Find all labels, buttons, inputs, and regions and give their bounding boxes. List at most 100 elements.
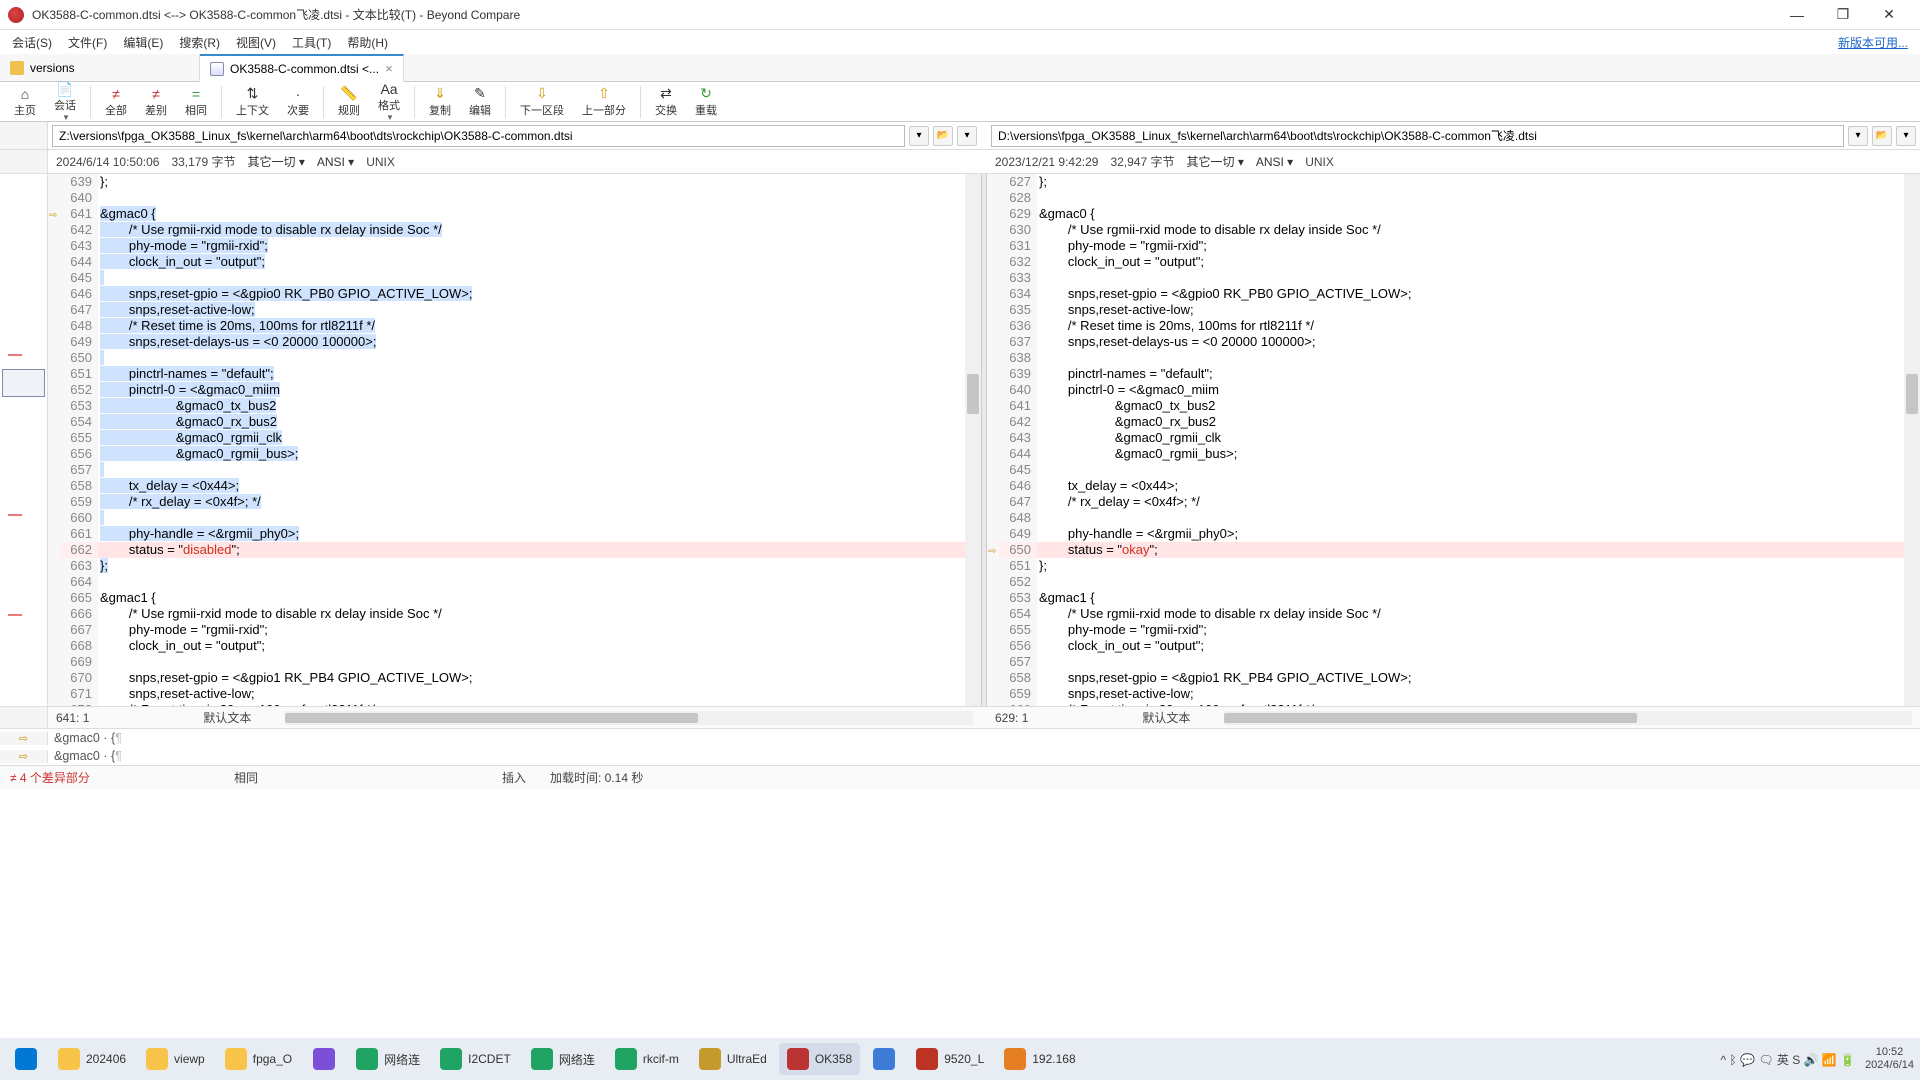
code-line[interactable]: 627}; (987, 174, 1920, 190)
diff-button[interactable]: ≠差别 (137, 84, 175, 120)
taskbar-app[interactable]: fpga_O (217, 1043, 300, 1075)
left-scrollbar[interactable] (965, 174, 981, 706)
tab-compare[interactable]: OK3588-C-common.dtsi <... × (200, 54, 404, 82)
code-line[interactable]: 660 (48, 510, 981, 526)
right-path-dropdown[interactable]: ▾ (1848, 126, 1868, 146)
menu-help[interactable]: 帮助(H) (339, 32, 396, 53)
code-line[interactable]: 628 (987, 190, 1920, 206)
same-button[interactable]: =相同 (177, 84, 215, 120)
code-line[interactable]: 656 clock_in_out = "output"; (987, 638, 1920, 654)
code-line[interactable]: 672 /* Reset time is 20ms 100ms for rtl8… (48, 702, 981, 706)
code-line[interactable]: 635 snps,reset-active-low; (987, 302, 1920, 318)
right-pane[interactable]: 627};628629&gmac0 {630 /* Use rgmii-rxid… (987, 174, 1920, 706)
update-link[interactable]: 新版本可用... (1838, 34, 1916, 51)
code-line[interactable]: 645 (48, 270, 981, 286)
right-encoding[interactable]: ANSI ▾ (1256, 155, 1293, 169)
taskbar-app[interactable]: 网络连 (348, 1043, 428, 1075)
code-line[interactable]: 644 &gmac0_rgmii_bus>; (987, 446, 1920, 462)
taskbar-app[interactable]: UltraEd (691, 1043, 775, 1075)
code-line[interactable]: 656 &gmac0_rgmii_bus>; (48, 446, 981, 462)
code-line[interactable]: 648 (987, 510, 1920, 526)
code-line[interactable]: 653&gmac1 { (987, 590, 1920, 606)
right-hscrollbar[interactable] (1224, 711, 1912, 725)
left-filter[interactable]: 其它一切 ▾ (247, 153, 304, 170)
rules-button[interactable]: 📏规则 (330, 84, 368, 120)
code-line[interactable]: 632 clock_in_out = "output"; (987, 254, 1920, 270)
code-line[interactable]: 659 /* rx_delay = <0x4f>; */ (48, 494, 981, 510)
left-pane[interactable]: 639};640⇨641&gmac0 {642 /* Use rgmii-rxi… (48, 174, 981, 706)
code-line[interactable]: 657 (987, 654, 1920, 670)
code-line[interactable]: 666 /* Use rgmii-rxid mode to disable rx… (48, 606, 981, 622)
code-line[interactable]: 631 phy-mode = "rgmii-rxid"; (987, 238, 1920, 254)
left-encoding[interactable]: ANSI ▾ (317, 155, 354, 169)
code-line[interactable]: 655 &gmac0_rgmii_clk (48, 430, 981, 446)
taskbar-app[interactable] (864, 1043, 904, 1075)
taskbar-app[interactable] (304, 1043, 344, 1075)
code-line[interactable]: 658 snps,reset-gpio = <&gpio1 RK_PB4 GPI… (987, 670, 1920, 686)
taskbar-app[interactable]: rkcif-m (607, 1043, 687, 1075)
left-open-button[interactable]: 📂 (933, 126, 953, 146)
minimap[interactable] (0, 174, 48, 706)
code-line[interactable]: 667 phy-mode = "rgmii-rxid"; (48, 622, 981, 638)
code-line[interactable]: 658 tx_delay = <0x44>; (48, 478, 981, 494)
code-line[interactable]: 629&gmac0 { (987, 206, 1920, 222)
code-line[interactable]: 642 &gmac0_rx_bus2 (987, 414, 1920, 430)
code-line[interactable]: 668 clock_in_out = "output"; (48, 638, 981, 654)
code-line[interactable]: ⇨650 status = "okay"; (987, 542, 1920, 558)
tab-versions[interactable]: versions (0, 54, 200, 82)
right-open-button[interactable]: 📂 (1872, 126, 1892, 146)
code-line[interactable]: 661 phy-handle = <&rgmii_phy0>; (48, 526, 981, 542)
context-button[interactable]: ⇅上下文 (228, 84, 277, 120)
all-button[interactable]: ≠全部 (97, 84, 135, 120)
minimize-button[interactable]: — (1774, 0, 1820, 30)
code-line[interactable]: 662 status = "disabled"; (48, 542, 981, 558)
right-path-input[interactable] (991, 125, 1844, 147)
right-browse-button[interactable]: ▾ (1896, 126, 1916, 146)
session-button[interactable]: 📄会话▼ (46, 79, 84, 124)
code-line[interactable]: 646 tx_delay = <0x44>; (987, 478, 1920, 494)
code-line[interactable]: 654 /* Use rgmii-rxid mode to disable rx… (987, 606, 1920, 622)
code-line[interactable]: 669 (48, 654, 981, 670)
code-line[interactable]: 647 snps,reset-active-low; (48, 302, 981, 318)
format-button[interactable]: Aa格式▼ (370, 79, 408, 124)
code-line[interactable]: 654 &gmac0_rx_bus2 (48, 414, 981, 430)
code-line[interactable]: 663}; (48, 558, 981, 574)
taskbar-app[interactable]: 202406 (50, 1043, 134, 1075)
code-line[interactable]: 670 snps,reset-gpio = <&gpio1 RK_PB4 GPI… (48, 670, 981, 686)
left-browse-button[interactable]: ▾ (957, 126, 977, 146)
code-line[interactable]: 652 (987, 574, 1920, 590)
prevpart-button[interactable]: ⇧上一部分 (574, 84, 634, 120)
code-line[interactable]: 650 (48, 350, 981, 366)
code-line[interactable]: 655 phy-mode = "rgmii-rxid"; (987, 622, 1920, 638)
taskbar-app[interactable]: 192.168 (996, 1043, 1083, 1075)
code-line[interactable]: 653 &gmac0_tx_bus2 (48, 398, 981, 414)
close-button[interactable]: ✕ (1866, 0, 1912, 30)
menu-edit[interactable]: 编辑(E) (115, 32, 171, 53)
code-line[interactable]: 634 snps,reset-gpio = <&gpio0 RK_PB0 GPI… (987, 286, 1920, 302)
taskbar-app[interactable]: 网络连 (523, 1043, 603, 1075)
code-line[interactable]: 641 &gmac0_tx_bus2 (987, 398, 1920, 414)
taskbar-app[interactable]: I2CDET (432, 1043, 519, 1075)
menu-view[interactable]: 视图(V) (228, 32, 284, 53)
right-filter[interactable]: 其它一切 ▾ (1186, 153, 1243, 170)
code-line[interactable]: 638 (987, 350, 1920, 366)
code-line[interactable]: 640 pinctrl-0 = <&gmac0_miim (987, 382, 1920, 398)
code-line[interactable]: 671 snps,reset-active-low; (48, 686, 981, 702)
code-line[interactable]: 639}; (48, 174, 981, 190)
code-line[interactable]: 651 pinctrl-names = "default"; (48, 366, 981, 382)
tab-close-icon[interactable]: × (385, 61, 393, 76)
left-hscrollbar[interactable] (285, 711, 973, 725)
code-line[interactable]: 648 /* Reset time is 20ms, 100ms for rtl… (48, 318, 981, 334)
code-line[interactable]: 639 pinctrl-names = "default"; (987, 366, 1920, 382)
code-line[interactable]: 659 snps,reset-active-low; (987, 686, 1920, 702)
code-line[interactable]: 637 snps,reset-delays-us = <0 20000 1000… (987, 334, 1920, 350)
taskbar-app[interactable]: 9520_L (908, 1043, 992, 1075)
code-line[interactable]: 646 snps,reset-gpio = <&gpio0 RK_PB0 GPI… (48, 286, 981, 302)
code-line[interactable]: 652 pinctrl-0 = <&gmac0_miim (48, 382, 981, 398)
copy-button[interactable]: ⇓复制 (421, 84, 459, 120)
left-path-dropdown[interactable]: ▾ (909, 126, 929, 146)
home-button[interactable]: ⌂主页 (6, 84, 44, 120)
maximize-button[interactable]: ❐ (1820, 0, 1866, 30)
code-line[interactable]: ⇨641&gmac0 { (48, 206, 981, 222)
taskbar-app[interactable] (6, 1043, 46, 1075)
